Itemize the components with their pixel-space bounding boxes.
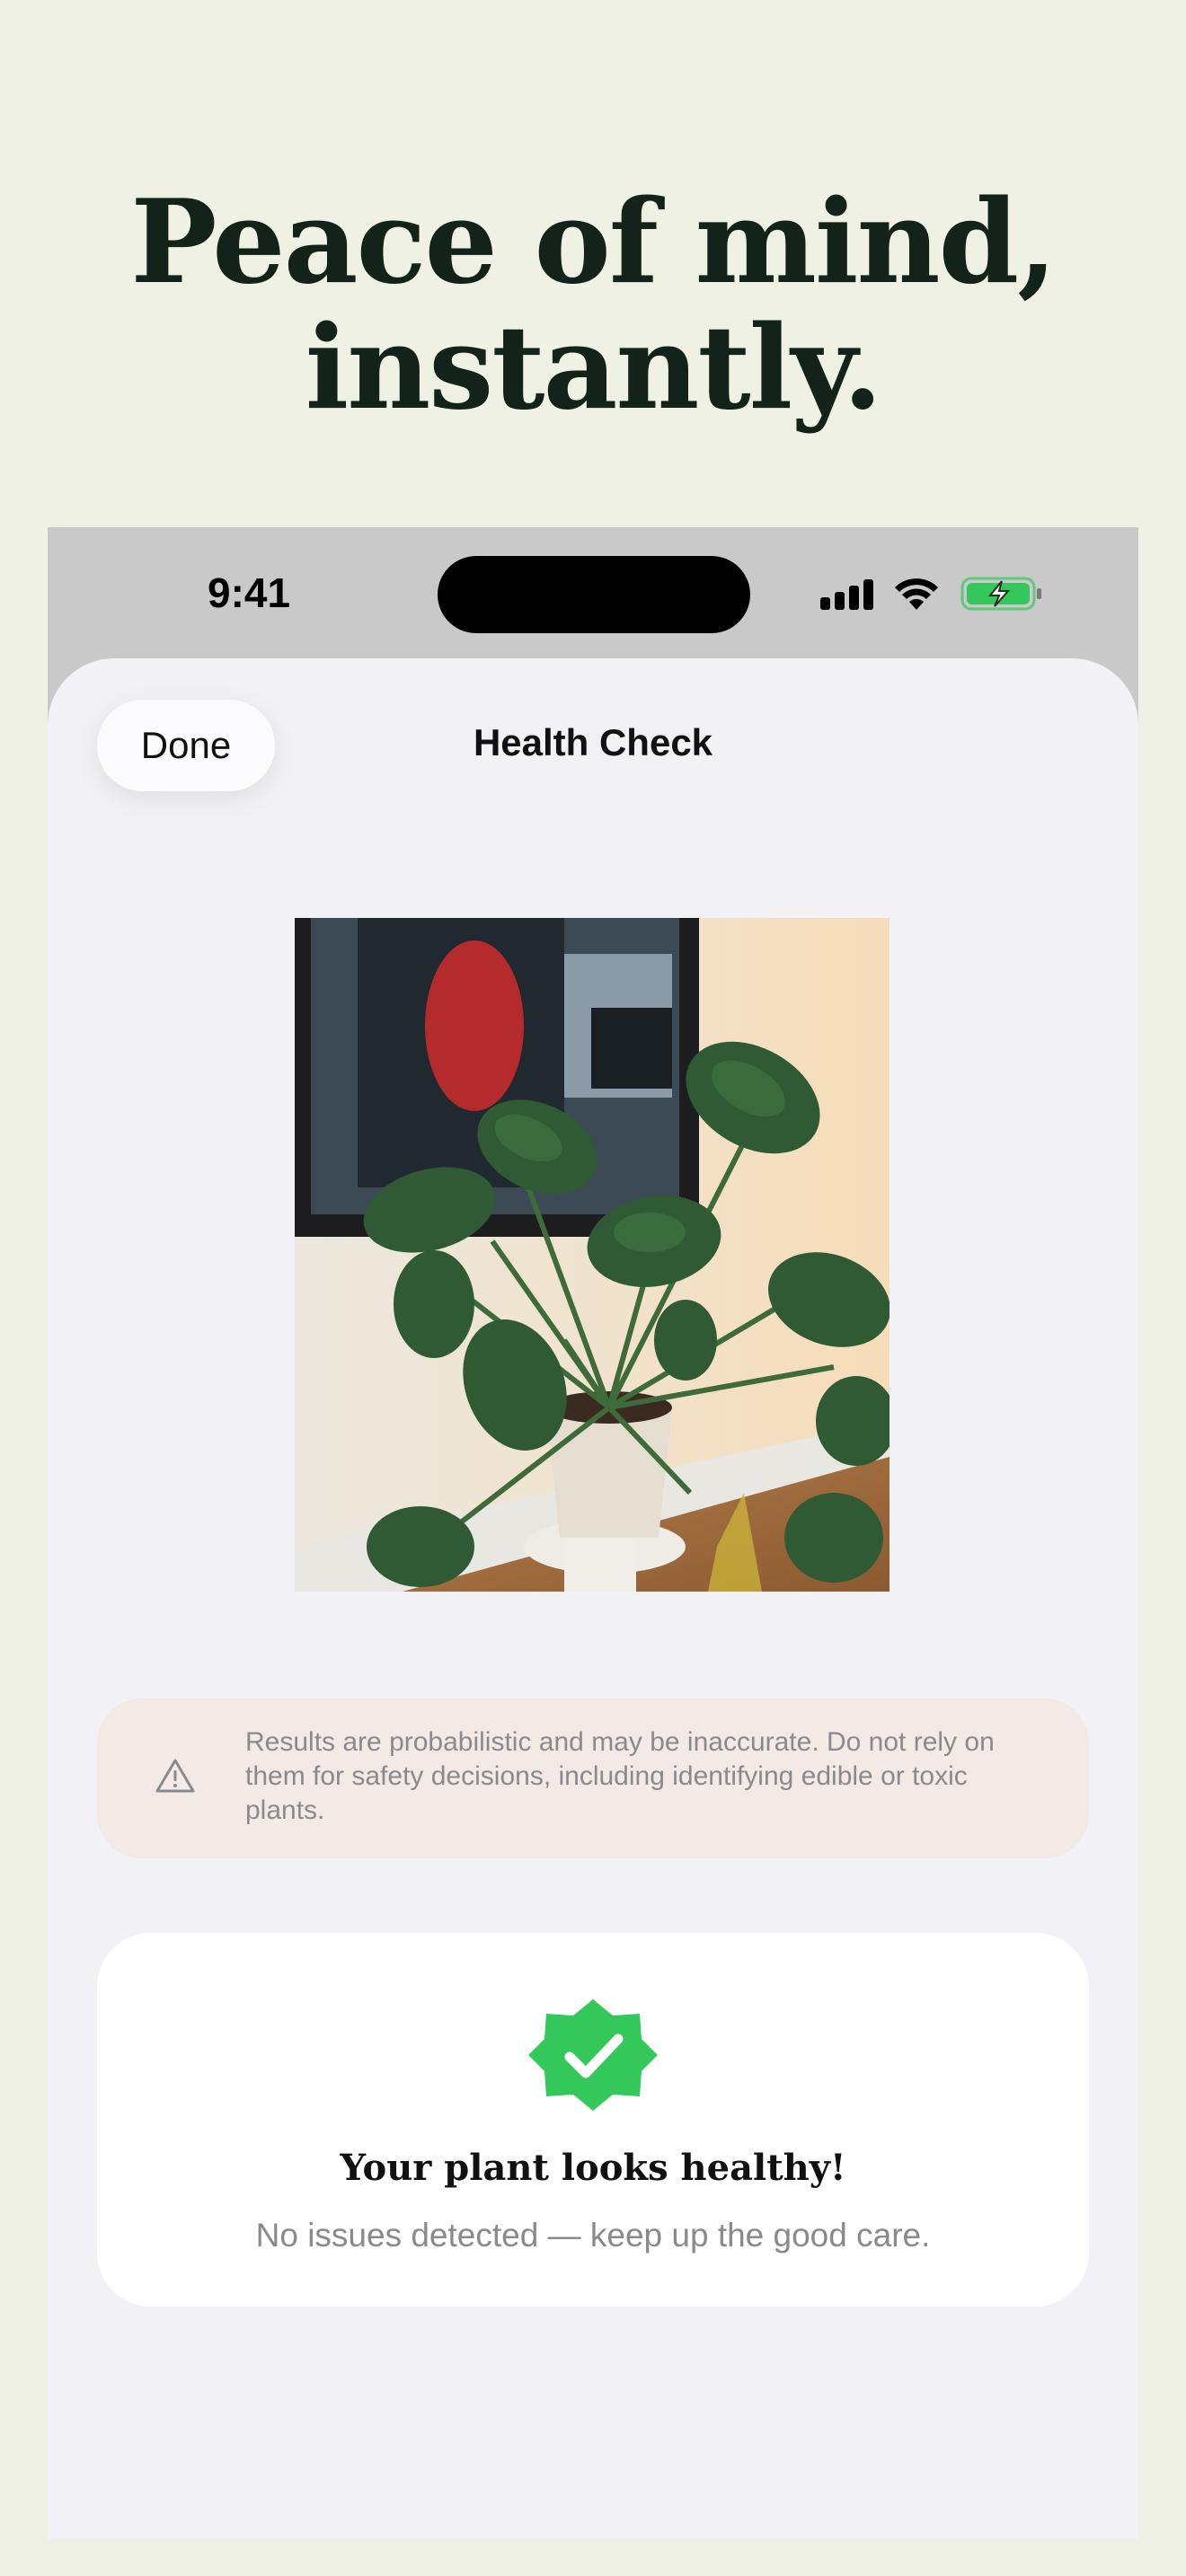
plant-photo: [295, 918, 890, 1592]
cellular-signal-icon: [820, 578, 880, 610]
health-check-sheet: Done Health Check Results are probabilis…: [48, 658, 1138, 2539]
warning-triangle-icon: [155, 1759, 195, 1793]
device-screen: 9:41 Done Health Check Results are proba…: [48, 527, 1138, 2539]
disclaimer-text: Results are probabilistic and may be ina…: [245, 1727, 995, 1825]
result-subtitle: No issues detected — keep up the good ca…: [255, 2217, 931, 2254]
headline-line-1: Peace of mind,: [130, 175, 1057, 310]
sheet-title: Health Check: [473, 721, 713, 763]
check-badge-icon: [528, 1999, 658, 2111]
disclaimer-banner: Results are probabilistic and may be ina…: [97, 1698, 1089, 1858]
marketing-headline: Peace of mind, instantly.: [0, 180, 1186, 431]
status-bar: 9:41: [48, 527, 1138, 658]
headline-line-2: instantly.: [305, 301, 883, 436]
status-time: 9:41: [208, 569, 291, 616]
wifi-icon: [895, 578, 938, 610]
battery-charging-icon: [960, 577, 1041, 611]
health-result-card: Your plant looks healthy! No issues dete…: [97, 1933, 1089, 2307]
dynamic-island: [438, 556, 750, 633]
result-title: Your plant looks healthy!: [340, 2147, 846, 2189]
